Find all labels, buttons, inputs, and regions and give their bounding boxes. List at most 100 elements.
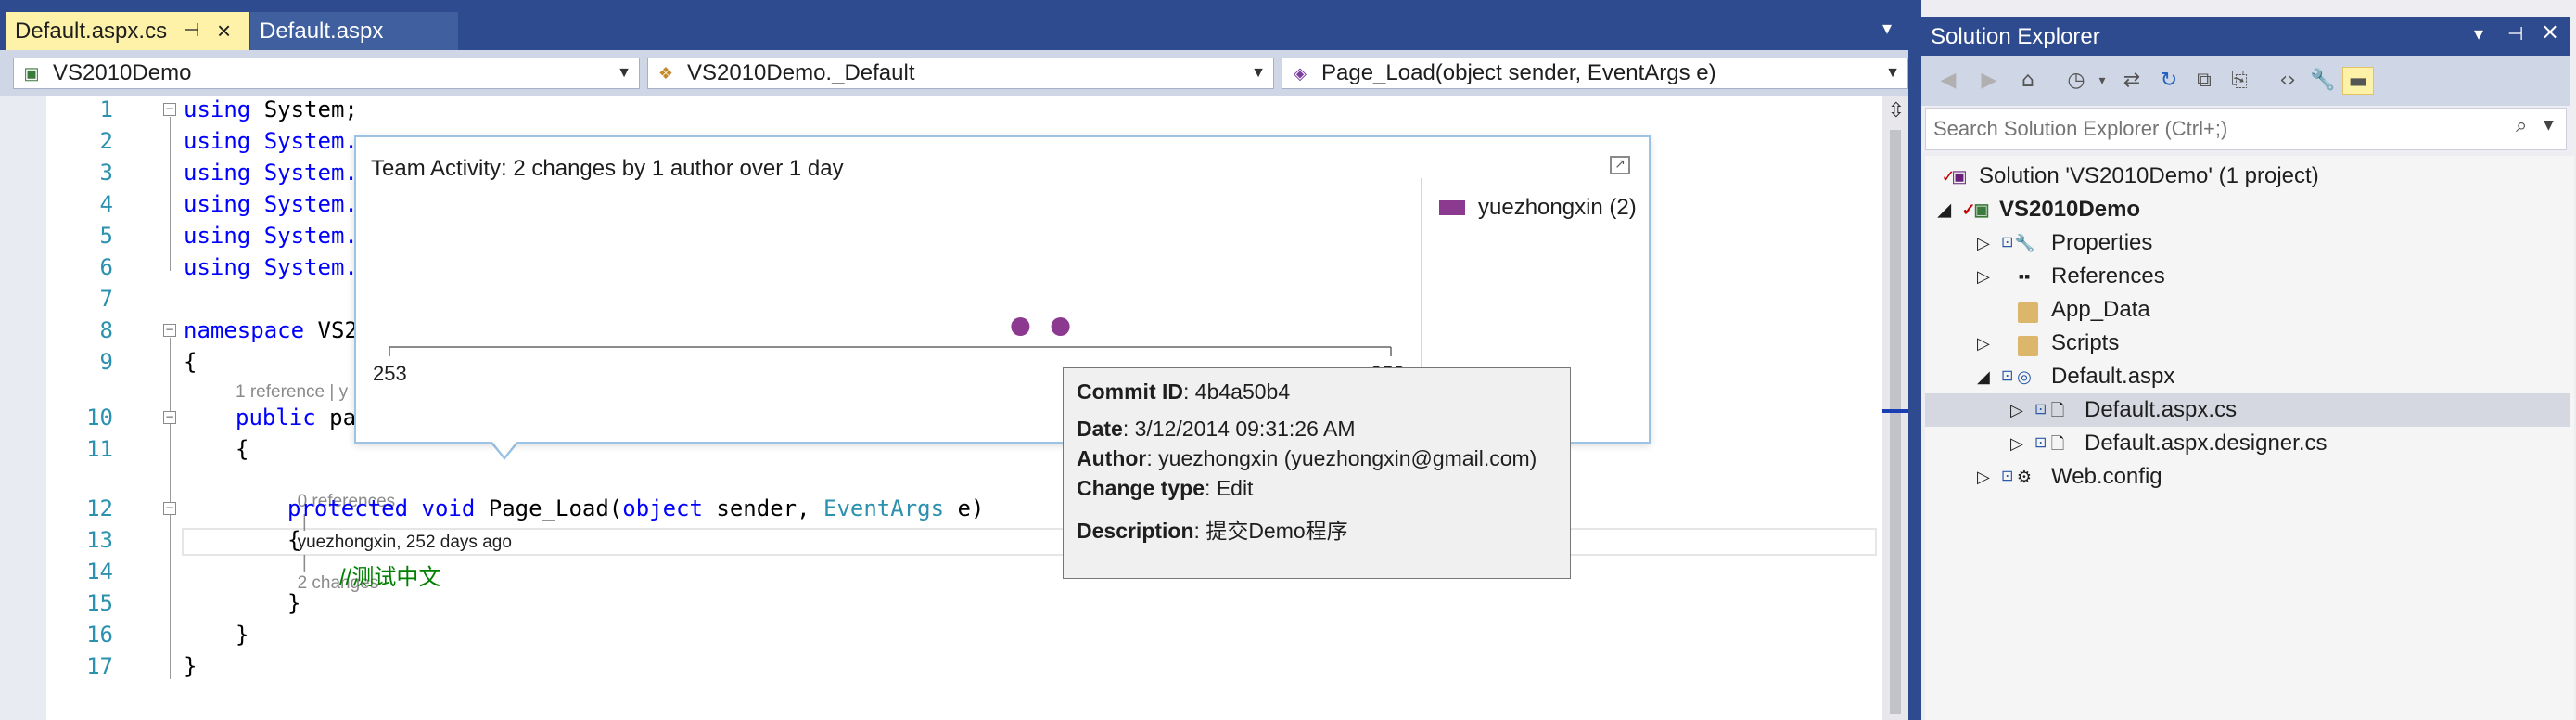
collapsed-arrow-icon[interactable]: ▷: [2010, 427, 2023, 460]
tree-item-label: Properties: [2051, 230, 2153, 255]
lock-icon: ⊡: [2034, 402, 2047, 418]
line-number: 5: [99, 223, 113, 249]
collapsed-arrow-icon[interactable]: ▷: [1977, 327, 1990, 360]
codelens-class[interactable]: 1 reference | y: [236, 382, 348, 403]
collapse-icon[interactable]: −: [163, 103, 176, 116]
tab-default-aspx-cs[interactable]: Default.aspx.cs ⊣ ×: [6, 12, 249, 50]
refresh-icon[interactable]: ↻: [2153, 67, 2185, 95]
csharp-project-icon: ▣: [23, 64, 40, 83]
line-number: 7: [99, 286, 113, 312]
code-line: }: [287, 590, 301, 616]
preview-selected-items-icon[interactable]: ▬: [2342, 67, 2374, 95]
tab-dropdown-icon[interactable]: ▾: [1882, 17, 1892, 39]
line-number: 13: [86, 527, 113, 553]
solution-explorer-search[interactable]: ⌕ ▼: [1925, 108, 2567, 150]
properties-icon[interactable]: 🔧: [2307, 67, 2339, 95]
scrollbar-thumb[interactable]: [1890, 130, 1901, 714]
tree-item-label: Default.aspx.designer.cs: [2085, 431, 2327, 456]
tree-item-scripts[interactable]: ▷ Scripts: [1925, 327, 2570, 360]
collapsed-arrow-icon[interactable]: ▷: [2010, 393, 2023, 427]
commit-point[interactable]: [1051, 317, 1070, 336]
line-number: 2: [99, 128, 113, 154]
tree-item-app-data[interactable]: App_Data: [1925, 293, 2570, 327]
folder-icon: [2018, 302, 2038, 323]
codelens-author[interactable]: yuezhongxin, 252 days ago: [298, 533, 512, 552]
pin-icon[interactable]: ⊣: [184, 12, 199, 50]
web-page-icon: ◎: [2017, 367, 2032, 386]
panel-title: Solution Explorer: [1931, 24, 2100, 49]
class-icon: ❖: [657, 64, 674, 83]
tree-item-label: Default.aspx: [2051, 364, 2175, 389]
tree-item-label: Default.aspx.cs: [2085, 397, 2238, 422]
project-dropdown[interactable]: ▣ VS2010Demo ▼: [13, 58, 640, 89]
code-line: {: [184, 349, 198, 375]
close-icon[interactable]: ×: [2541, 19, 2559, 45]
commit-date: 3/12/2014 09:31:26 AM: [1134, 417, 1356, 441]
class-dropdown-value: VS2010Demo._Default: [687, 60, 915, 85]
code-line: using System.: [184, 128, 358, 154]
tree-item-label: References: [2051, 264, 2165, 289]
commit-description: 提交Demo程序: [1205, 519, 1348, 543]
code-comment: //测试中文: [339, 565, 441, 590]
collapse-icon[interactable]: −: [163, 324, 176, 337]
commit-change-type-row: Change type: Edit: [1077, 476, 1254, 500]
tree-item-references[interactable]: ▷ ▪▪ References: [1925, 260, 2570, 293]
commit-author: yuezhongxin (yuezhongxin@gmail.com): [1158, 446, 1537, 470]
tree-item-properties[interactable]: ▷ ⊡ 🔧 Properties: [1925, 226, 2570, 260]
tab-default-aspx[interactable]: Default.aspx: [250, 12, 458, 50]
legend-label[interactable]: yuezhongxin (2): [1478, 195, 1637, 221]
member-dropdown[interactable]: ◈ Page_Load(object sender, EventArgs e) …: [1282, 58, 1908, 89]
solution-explorer-header: Solution Explorer ▾ ⊣ ×: [1921, 17, 2570, 56]
tree-item-label: App_Data: [2051, 297, 2150, 322]
pin-icon[interactable]: ⊣: [2507, 22, 2523, 45]
commit-change-type: Edit: [1216, 476, 1254, 500]
show-all-files-icon[interactable]: ⎘: [2224, 67, 2255, 95]
tree-item-label: Web.config: [2051, 464, 2162, 489]
sync-with-document-icon[interactable]: ⇄: [2116, 67, 2148, 95]
expanded-arrow-icon[interactable]: ◢: [1938, 193, 1951, 226]
tree-item-default-aspx[interactable]: ◢ ⊡ ◎ Default.aspx: [1925, 360, 2570, 393]
collapse-icon[interactable]: −: [163, 411, 176, 424]
line-number: 6: [99, 254, 113, 280]
line-number: 14: [86, 559, 113, 585]
commit-description-row: Description: 提交Demo程序: [1077, 519, 1348, 543]
collapsed-arrow-icon[interactable]: ▷: [1977, 460, 1990, 494]
back-icon[interactable]: ◀: [1932, 67, 1964, 95]
forward-icon[interactable]: ▶: [1973, 67, 2005, 95]
line-number: 9: [99, 349, 113, 375]
line-number: 16: [86, 622, 113, 648]
code-line: {: [287, 527, 301, 553]
tree-item-project[interactable]: ◢ ✓ ▣ VS2010Demo: [1925, 193, 2570, 226]
search-input[interactable]: [1933, 114, 2490, 144]
collapsed-arrow-icon[interactable]: ▷: [1977, 226, 1990, 260]
search-icon[interactable]: ⌕: [2516, 114, 2527, 137]
code-line: using System.: [184, 223, 358, 249]
folder-icon: [2018, 336, 2038, 356]
class-dropdown[interactable]: ❖ VS2010Demo._Default ▼: [647, 58, 1274, 89]
view-code-icon[interactable]: ‹›: [2272, 67, 2303, 95]
close-icon[interactable]: ×: [217, 12, 231, 50]
collapse-all-icon[interactable]: ⧉: [2188, 67, 2220, 95]
member-dropdown-value: Page_Load(object sender, EventArgs e): [1321, 60, 1716, 85]
collapsed-arrow-icon[interactable]: ▷: [1977, 260, 1990, 293]
window-position-icon[interactable]: ▾: [2474, 22, 2483, 45]
tree-item-label: VS2010Demo: [1999, 197, 2141, 222]
code-line: {: [236, 436, 249, 462]
code-line: protected void Page_Load(object sender, …: [287, 495, 985, 521]
scrollbar-caret-marker: [1882, 409, 1908, 413]
split-window-icon[interactable]: ⇳: [1886, 98, 1906, 124]
home-icon[interactable]: ⌂: [2012, 67, 2044, 95]
tree-item-default-aspx-cs[interactable]: ▷ ⊡ 🗋 Default.aspx.cs: [1925, 393, 2570, 427]
expanded-arrow-icon[interactable]: ◢: [1977, 360, 1990, 393]
code-file-icon: 🗋: [2050, 434, 2065, 453]
open-in-window-icon[interactable]: ↗: [1610, 156, 1630, 174]
tree-item-solution[interactable]: ✓ ▣ Solution 'VS2010Demo' (1 project): [1925, 160, 2570, 193]
lock-icon: ⊡: [2034, 435, 2047, 451]
tree-item-web-config[interactable]: ▷ ⊡ ⚙ Web.config: [1925, 460, 2570, 494]
chevron-down-icon[interactable]: ▼: [2544, 118, 2554, 133]
commit-point[interactable]: [1011, 317, 1030, 336]
tree-item-default-aspx-designer-cs[interactable]: ▷ ⊡ 🗋 Default.aspx.designer.cs: [1925, 427, 2570, 460]
solution-icon: ▣: [1951, 167, 1968, 186]
chevron-down-icon[interactable]: ▾: [2086, 67, 2118, 95]
collapse-icon[interactable]: −: [163, 502, 176, 515]
